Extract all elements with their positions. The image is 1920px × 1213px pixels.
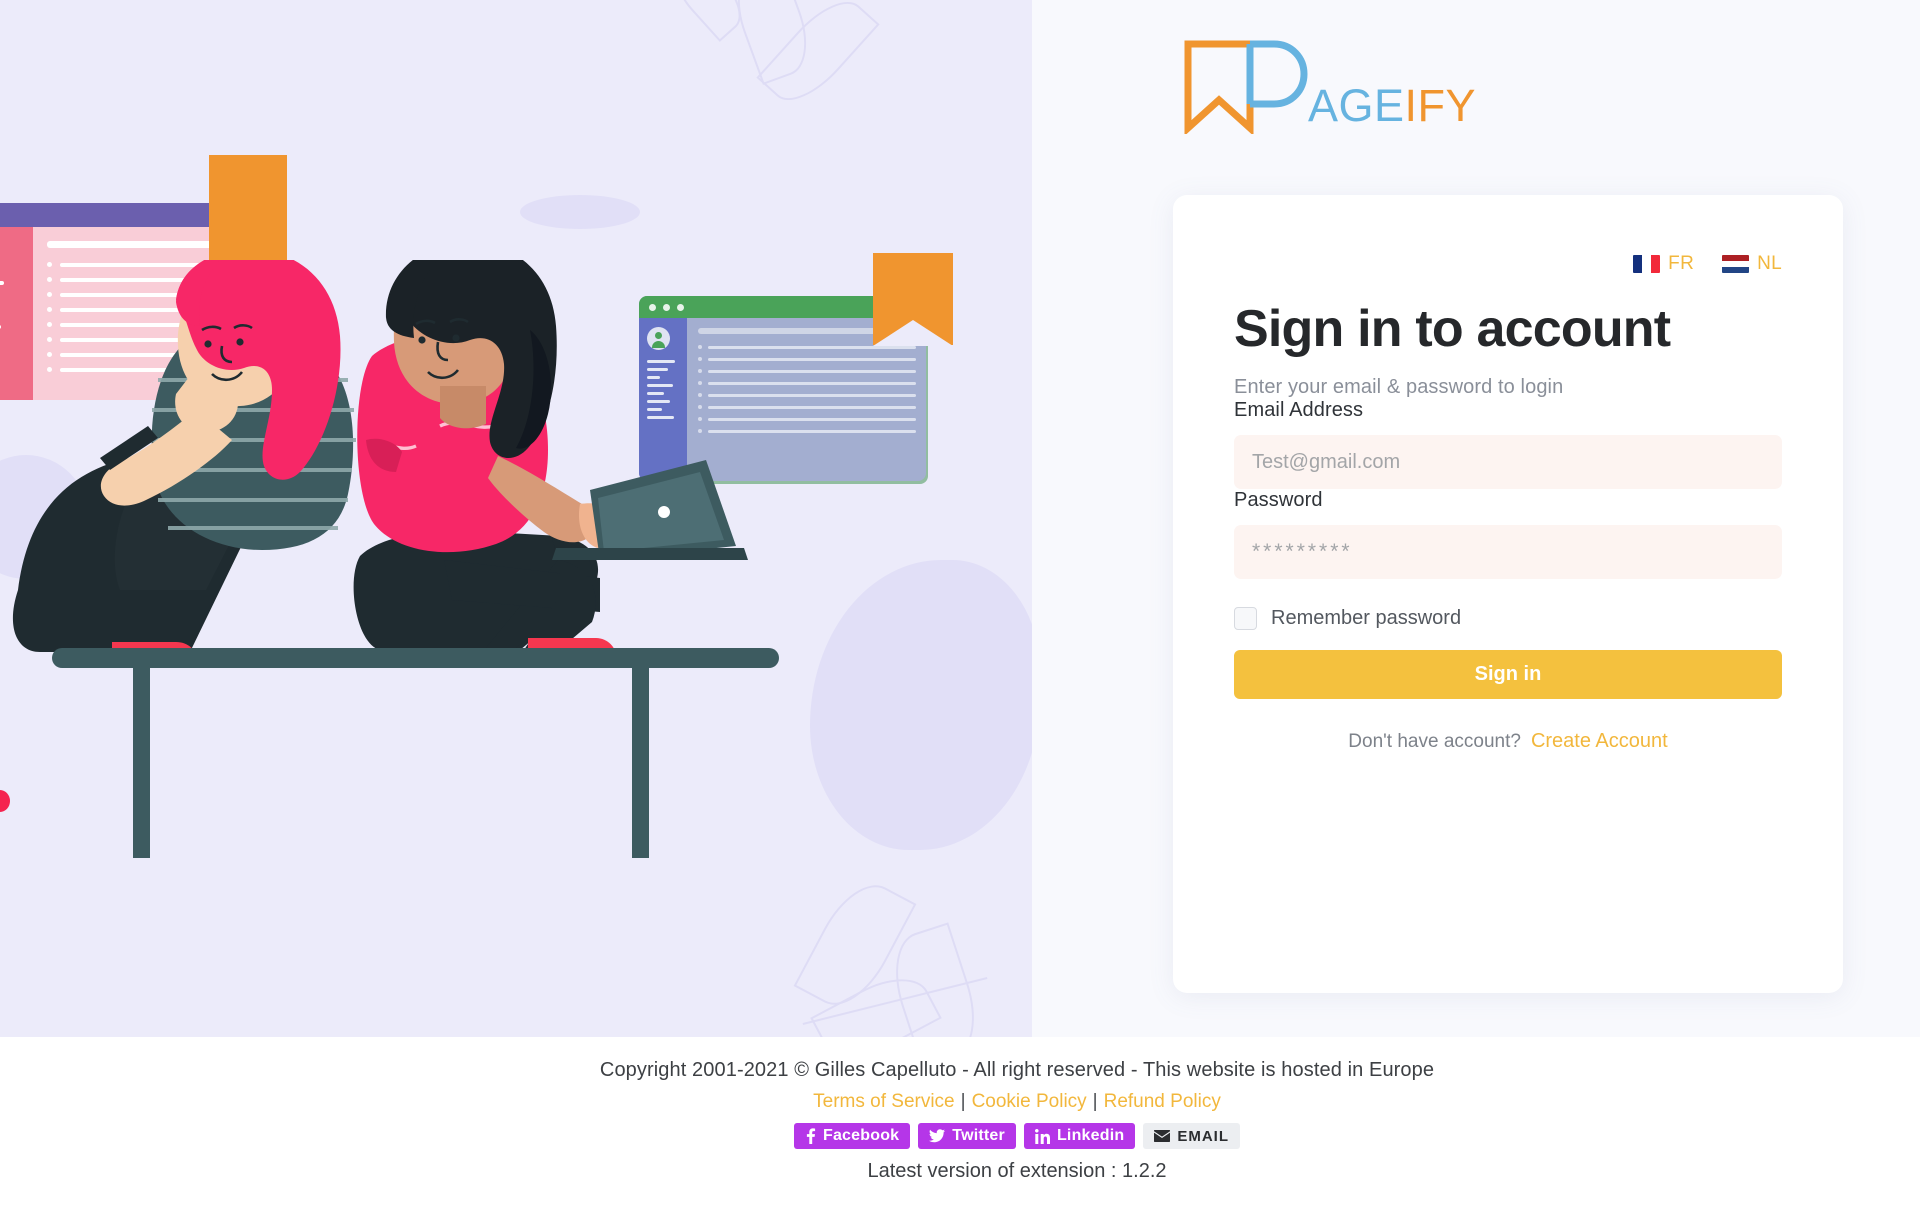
page-subtitle: Enter your email & password to login	[1234, 376, 1564, 399]
share-facebook-label: Facebook	[822, 1127, 900, 1144]
share-linkedin-label: Linkedin	[1056, 1127, 1125, 1144]
refund-policy-link[interactable]: Refund Policy	[1104, 1091, 1221, 1112]
bookmark-p-logo-icon	[1184, 40, 1308, 134]
share-email-button[interactable]: EMAIL	[1143, 1123, 1241, 1149]
flag-fr-icon	[1633, 255, 1661, 273]
language-label-fr: FR	[1668, 253, 1695, 274]
create-account-prompt: Don't have account?	[1348, 731, 1521, 753]
envelope-icon	[1154, 1130, 1171, 1142]
link-separator: |	[960, 1091, 966, 1112]
link-separator: |	[1092, 1091, 1098, 1112]
brand-name: AGEIFY	[1308, 83, 1476, 128]
brand-name-blue: AGE	[1308, 80, 1405, 131]
login-card: FR NL Sign in to account Enter your emai…	[1173, 195, 1843, 993]
share-facebook-button[interactable]: Facebook	[793, 1123, 911, 1149]
remember-password-row: Remember password	[1234, 607, 1782, 631]
language-option-nl[interactable]: NL	[1722, 253, 1782, 275]
email-input[interactable]	[1234, 435, 1782, 490]
illustration-panel	[0, 0, 1032, 1037]
language-switcher: FR NL	[1234, 195, 1782, 275]
blob-decoration-icon	[520, 195, 640, 229]
facebook-icon	[806, 1128, 816, 1144]
share-linkedin-button[interactable]: Linkedin	[1023, 1123, 1136, 1149]
password-input[interactable]	[1234, 525, 1782, 580]
language-label-nl: NL	[1757, 253, 1782, 274]
dot-decoration-icon	[0, 790, 10, 812]
page-title: Sign in to account	[1234, 300, 1671, 358]
bench-seat	[52, 648, 779, 668]
create-account-row: Don't have account? Create Account	[1234, 730, 1782, 753]
share-twitter-label: Twitter	[952, 1127, 1005, 1144]
create-account-link[interactable]: Create Account	[1531, 730, 1668, 752]
footer-copyright: Copyright 2001-2021 © Gilles Capelluto -…	[599, 1059, 1435, 1081]
remember-password-label: Remember password	[1271, 607, 1462, 630]
share-email-label: EMAIL	[1177, 1127, 1230, 1145]
brand-logo[interactable]: AGEIFY	[1182, 38, 1476, 134]
leaf-decoration-icon	[663, 0, 753, 42]
password-field-label: Password	[1234, 489, 1323, 512]
bench-leg	[632, 668, 649, 858]
share-twitter-button[interactable]: Twitter	[918, 1123, 1016, 1149]
brand-name-orange: IFY	[1404, 80, 1477, 131]
footer-policy-links: Terms of Service | Cookie Policy | Refund Po…	[114, 1091, 1920, 1113]
twitter-icon	[929, 1129, 946, 1143]
terms-of-service-link[interactable]: Terms of Service	[813, 1091, 954, 1112]
flag-nl-icon	[1722, 255, 1750, 273]
email-field-label: Email Address	[1234, 399, 1364, 422]
cookie-policy-link[interactable]: Cookie Policy	[972, 1091, 1087, 1112]
sign-in-button[interactable]: Sign in	[1234, 650, 1782, 700]
bench-leg	[133, 668, 150, 858]
page-footer: Copyright 2001-2021 © Gilles Capelluto -…	[114, 1037, 1920, 1213]
language-option-fr[interactable]: FR	[1633, 253, 1694, 275]
footer-version-text: Latest version of extension : 1.2.2	[867, 1160, 1167, 1182]
remember-password-checkbox[interactable]	[1234, 607, 1257, 631]
login-page: AGEIFY FR NL Sign in to account Enter yo…	[0, 0, 1920, 1213]
social-share-row: Facebook Twitter Linkedin EMAIL	[114, 1123, 1920, 1149]
linkedin-icon	[1034, 1128, 1050, 1144]
